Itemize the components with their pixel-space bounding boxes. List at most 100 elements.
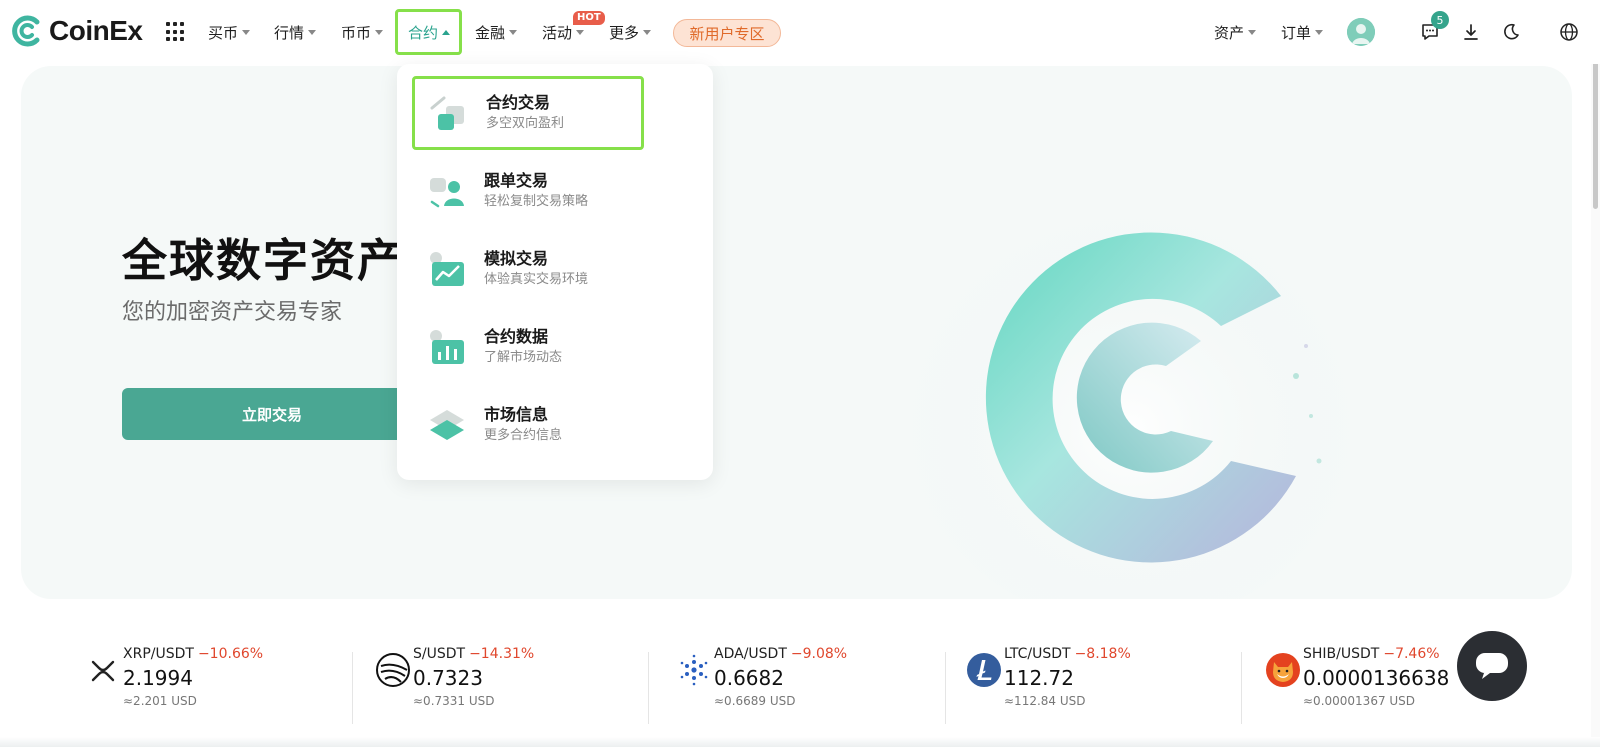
dropdown-item-desc: 了解市场动态 bbox=[484, 350, 563, 365]
assets-menu[interactable]: 资产 bbox=[1214, 20, 1257, 44]
ticker-price: 0.7323 bbox=[413, 666, 483, 690]
ticker-price: 0.6682 bbox=[714, 666, 784, 690]
dropdown-item-title: 跟单交易 bbox=[484, 171, 549, 190]
chevron-down-icon bbox=[308, 29, 317, 35]
nav-futures[interactable]: 合约 bbox=[408, 20, 451, 44]
chat-icon bbox=[1476, 653, 1508, 679]
nav-markets-label: 行情 bbox=[274, 23, 305, 42]
nav-spot-label: 币币 bbox=[341, 23, 372, 42]
support-chat-button[interactable] bbox=[1457, 631, 1527, 701]
nav-spot[interactable]: 币币 bbox=[341, 20, 384, 44]
coinex-logo-icon bbox=[12, 15, 40, 47]
new-user-zone-button[interactable]: 新用户专区 bbox=[673, 19, 781, 47]
user-avatar-icon bbox=[1347, 18, 1375, 46]
nav-finance[interactable]: 金融 bbox=[475, 20, 518, 44]
nav-buy-crypto[interactable]: 买币 bbox=[208, 20, 251, 44]
chevron-down-icon bbox=[509, 29, 518, 35]
ticker-usd: ≈2.201 USD bbox=[123, 694, 197, 708]
ticker-divider bbox=[945, 652, 946, 724]
nav-more[interactable]: 更多 bbox=[609, 20, 652, 44]
dropdown-item-title: 模拟交易 bbox=[484, 249, 549, 268]
ticker-item-xrp[interactable]: XRP/USDT −10.66% 2.1994 ≈2.201 USD bbox=[85, 646, 381, 718]
ticker-divider bbox=[1241, 652, 1242, 724]
cardano-icon bbox=[680, 654, 708, 686]
ticker-divider bbox=[648, 652, 649, 724]
dropdown-item-desc: 体验真实交易环境 bbox=[484, 272, 589, 287]
coinex-logo[interactable]: CoinEx bbox=[11, 14, 143, 48]
ticker-usd: ≈0.00001367 USD bbox=[1303, 694, 1416, 708]
futures-dropdown-menu: 合约交易 多空双向盈利 跟单交易 轻松复制交易策略 模拟交易 体验真实交易环境 … bbox=[397, 64, 713, 480]
chevron-down-icon bbox=[1315, 29, 1324, 35]
chevron-down-icon bbox=[1248, 29, 1257, 35]
ticker-usd: ≈0.6689 USD bbox=[714, 694, 796, 708]
message-count-badge: 5 bbox=[1431, 11, 1449, 29]
top-nav: CoinEx 买币 行情 币币 合约 金融 活动 HOT 更多 新用户专区 资产… bbox=[0, 0, 1600, 64]
dropdown-item-desc: 更多合约信息 bbox=[484, 428, 563, 443]
ticker-change: −10.66% bbox=[197, 646, 264, 662]
ticker-pair: ADA/USDT bbox=[714, 646, 787, 662]
coinex-3d-logo-illustration bbox=[901, 186, 1361, 599]
ticker-pair: XRP/USDT bbox=[123, 646, 194, 662]
market-ticker: XRP/USDT −10.66% 2.1994 ≈2.201 USD S/USDT… bbox=[0, 636, 1600, 726]
ticker-price: 2.1994 bbox=[123, 666, 193, 690]
ticker-change: −9.08% bbox=[790, 646, 848, 662]
ticker-change: −14.31% bbox=[469, 646, 535, 662]
ticker-usd: ≈0.7331 USD bbox=[413, 694, 495, 708]
market-info-icon bbox=[428, 406, 466, 444]
hero-banner: 全球数字资产交 您的加密资产交易专家 立即交易 bbox=[21, 66, 1572, 599]
globe-icon bbox=[1560, 23, 1578, 41]
dropdown-item-futures-data[interactable]: 合约数据 了解市场动态 bbox=[413, 312, 697, 382]
nav-futures-label: 合约 bbox=[408, 23, 439, 42]
xrp-icon bbox=[91, 660, 115, 682]
ticker-item-ltc[interactable]: LTC/USDT −8.18% 112.72 ≈112.84 USD bbox=[966, 646, 1262, 718]
demo-trade-icon bbox=[428, 250, 466, 288]
ticker-change: −8.18% bbox=[1074, 646, 1131, 662]
ticker-pair: LTC/USDT bbox=[1004, 646, 1071, 662]
brand-name: CoinEx bbox=[49, 15, 143, 46]
chevron-down-icon bbox=[576, 29, 585, 35]
moon-icon bbox=[1504, 23, 1519, 40]
nav-finance-label: 金融 bbox=[475, 23, 506, 42]
nav-markets[interactable]: 行情 bbox=[274, 20, 317, 44]
dropdown-item-title: 合约交易 bbox=[486, 93, 551, 112]
apps-grid-icon[interactable] bbox=[166, 22, 186, 42]
ticker-price: 112.72 bbox=[1004, 666, 1074, 690]
ticker-usd: ≈112.84 USD bbox=[1004, 694, 1086, 708]
ticker-change: −7.46% bbox=[1383, 646, 1440, 662]
assets-label: 资产 bbox=[1214, 23, 1245, 42]
dropdown-item-futures-trade[interactable]: 合约交易 多空双向盈利 bbox=[412, 76, 644, 150]
chevron-down-icon bbox=[242, 29, 251, 35]
dropdown-item-title: 合约数据 bbox=[484, 327, 549, 346]
nav-more-label: 更多 bbox=[609, 23, 640, 42]
hero-subtitle: 您的加密资产交易专家 bbox=[122, 300, 343, 325]
language-button[interactable] bbox=[1557, 20, 1581, 44]
sonic-icon bbox=[376, 653, 410, 687]
chevron-down-icon bbox=[375, 29, 384, 35]
ticker-item-s[interactable]: S/USDT −14.31% 0.7323 ≈0.7331 USD bbox=[375, 646, 671, 718]
download-icon bbox=[1464, 24, 1478, 40]
ticker-item-ada[interactable]: ADA/USDT −9.08% 0.6682 ≈0.6689 USD bbox=[676, 646, 972, 718]
dark-mode-toggle[interactable] bbox=[1499, 20, 1523, 44]
shiba-icon bbox=[1266, 653, 1300, 687]
bottom-edge bbox=[0, 737, 1600, 747]
dropdown-item-demo-trade[interactable]: 模拟交易 体验真实交易环境 bbox=[413, 234, 697, 304]
chevron-down-icon bbox=[643, 29, 652, 35]
dropdown-item-desc: 多空双向盈利 bbox=[486, 116, 565, 131]
orders-label: 订单 bbox=[1281, 23, 1312, 42]
trade-now-button[interactable]: 立即交易 bbox=[122, 388, 422, 440]
hot-badge: HOT bbox=[573, 11, 605, 25]
futures-trade-icon bbox=[430, 94, 468, 132]
dropdown-item-market-info[interactable]: 市场信息 更多合约信息 bbox=[413, 390, 697, 460]
avatar[interactable] bbox=[1347, 18, 1375, 46]
orders-menu[interactable]: 订单 bbox=[1281, 20, 1324, 44]
dropdown-item-copy-trade[interactable]: 跟单交易 轻松复制交易策略 bbox=[413, 156, 697, 226]
nav-buy-crypto-label: 买币 bbox=[208, 23, 239, 42]
ticker-price: 0.0000136638 bbox=[1303, 666, 1450, 690]
dropdown-item-desc: 轻松复制交易策略 bbox=[484, 194, 589, 209]
nav-activities-label: 活动 bbox=[542, 23, 573, 42]
download-button[interactable] bbox=[1459, 20, 1483, 44]
ticker-pair: S/USDT bbox=[413, 646, 466, 662]
dropdown-item-title: 市场信息 bbox=[484, 405, 549, 424]
ticker-divider bbox=[352, 652, 353, 724]
ticker-pair: SHIB/USDT bbox=[1303, 646, 1380, 662]
